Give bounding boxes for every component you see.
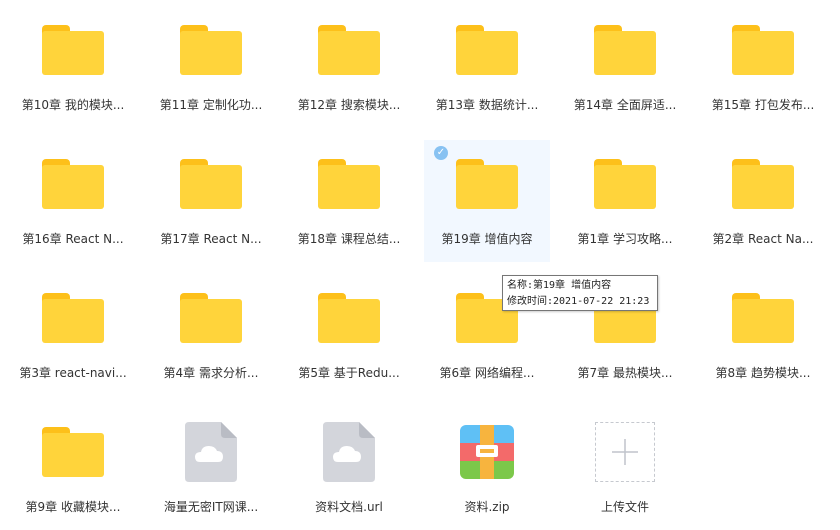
file-item[interactable]: 资料.zip xyxy=(424,408,550,530)
folder-icon xyxy=(42,25,104,75)
file-name: 第11章 定制化功... xyxy=(159,98,263,112)
file-icon-wrap xyxy=(562,14,688,86)
file-icon-wrap xyxy=(286,416,412,488)
file-name: 第15章 打包发布... xyxy=(711,98,815,112)
file-name: 第16章 React N... xyxy=(22,232,124,246)
folder-icon xyxy=(180,25,242,75)
file-icon-wrap xyxy=(148,282,274,354)
folder-icon xyxy=(180,293,242,343)
file-name: 第2章 React Na... xyxy=(712,232,814,246)
file-name: 第14章 全面屏适... xyxy=(573,98,677,112)
file-name: 第19章 增值内容 xyxy=(441,232,533,246)
file-name: 上传文件 xyxy=(600,500,649,514)
file-item[interactable]: 第2章 React Na... xyxy=(700,140,826,262)
zip-archive-icon xyxy=(460,425,514,479)
folder-icon xyxy=(42,293,104,343)
file-item[interactable]: 资料文档.url xyxy=(286,408,412,530)
file-icon-wrap xyxy=(424,416,550,488)
folder-icon xyxy=(732,293,794,343)
folder-icon xyxy=(180,159,242,209)
file-icon-wrap xyxy=(700,148,826,220)
file-icon-wrap xyxy=(10,282,136,354)
folder-icon xyxy=(456,25,518,75)
folder-icon xyxy=(318,25,380,75)
file-name: 资料文档.url xyxy=(315,500,383,514)
cloud-document-icon xyxy=(323,422,375,482)
file-name: 第3章 react-navi... xyxy=(19,366,127,380)
file-icon-wrap xyxy=(424,14,550,86)
file-icon-wrap xyxy=(700,14,826,86)
folder-icon xyxy=(318,159,380,209)
cloud-document-icon xyxy=(185,422,237,482)
file-icon-wrap xyxy=(562,416,688,488)
folder-icon xyxy=(594,159,656,209)
folder-icon xyxy=(594,25,656,75)
file-name: 第8章 趋势模块... xyxy=(715,366,811,380)
file-item[interactable]: 第16章 React N... xyxy=(10,140,136,262)
folder-icon xyxy=(42,427,104,477)
file-icon-wrap xyxy=(700,282,826,354)
file-item[interactable]: 第12章 搜索模块... xyxy=(286,6,412,128)
file-item[interactable]: 第17章 React N... xyxy=(148,140,274,262)
file-icon-wrap xyxy=(10,416,136,488)
file-grid: 第10章 我的模块... 第11章 定制化功... 第12章 搜索模块... 第13章… xyxy=(0,0,840,528)
tooltip-modified-time: 修改时间:2021-07-22 21:23 xyxy=(507,296,650,307)
file-item[interactable]: 第8章 趋势模块... xyxy=(700,274,826,396)
file-tooltip: 名称:第19章 增值内容 修改时间:2021-07-22 21:23 xyxy=(502,275,658,311)
upload-file-button[interactable]: 上传文件 xyxy=(562,408,688,530)
file-name: 第18章 课程总结... xyxy=(297,232,401,246)
file-name: 第5章 基于Redu... xyxy=(298,366,400,380)
file-item[interactable]: 第15章 打包发布... xyxy=(700,6,826,128)
folder-icon xyxy=(42,159,104,209)
file-icon-wrap xyxy=(286,148,412,220)
file-icon-wrap xyxy=(286,14,412,86)
file-item[interactable]: 第13章 数据统计... xyxy=(424,6,550,128)
file-icon-wrap xyxy=(148,14,274,86)
file-item[interactable]: 第18章 课程总结... xyxy=(286,140,412,262)
check-circle-icon[interactable]: ✓ xyxy=(434,146,448,160)
file-item[interactable]: 第9章 收藏模块... xyxy=(10,408,136,530)
file-item[interactable]: 第11章 定制化功... xyxy=(148,6,274,128)
folder-icon xyxy=(456,159,518,209)
file-item[interactable]: 海量无密IT网课... xyxy=(148,408,274,530)
file-icon-wrap xyxy=(10,148,136,220)
file-name: 第9章 收藏模块... xyxy=(25,500,121,514)
file-icon-wrap xyxy=(148,416,274,488)
file-icon-wrap xyxy=(10,14,136,86)
file-item[interactable]: ✓ 第19章 增值内容 xyxy=(424,140,550,262)
folder-icon xyxy=(318,293,380,343)
file-name: 第13章 数据统计... xyxy=(435,98,539,112)
folder-icon xyxy=(732,25,794,75)
file-item[interactable]: 第3章 react-navi... xyxy=(10,274,136,396)
file-name: 第17章 React N... xyxy=(160,232,262,246)
file-icon-wrap xyxy=(286,282,412,354)
tooltip-name: 名称:第19章 增值内容 xyxy=(507,280,612,291)
file-item[interactable]: 第14章 全面屏适... xyxy=(562,6,688,128)
file-name: 第4章 需求分析... xyxy=(163,366,259,380)
file-name: 第6章 网络编程... xyxy=(439,366,535,380)
file-name: 第12章 搜索模块... xyxy=(297,98,401,112)
file-item[interactable]: 第4章 需求分析... xyxy=(148,274,274,396)
folder-icon xyxy=(732,159,794,209)
file-item[interactable]: 第10章 我的模块... xyxy=(10,6,136,128)
file-icon-wrap xyxy=(148,148,274,220)
file-item[interactable]: 第5章 基于Redu... xyxy=(286,274,412,396)
plus-icon xyxy=(595,422,655,482)
file-name: 第10章 我的模块... xyxy=(21,98,125,112)
file-name: 海量无密IT网课... xyxy=(163,500,259,514)
file-icon-wrap xyxy=(562,148,688,220)
file-name: 第7章 最热模块... xyxy=(577,366,673,380)
file-name: 资料.zip xyxy=(464,500,510,514)
file-item[interactable]: 第1章 学习攻略... xyxy=(562,140,688,262)
file-name: 第1章 学习攻略... xyxy=(577,232,673,246)
